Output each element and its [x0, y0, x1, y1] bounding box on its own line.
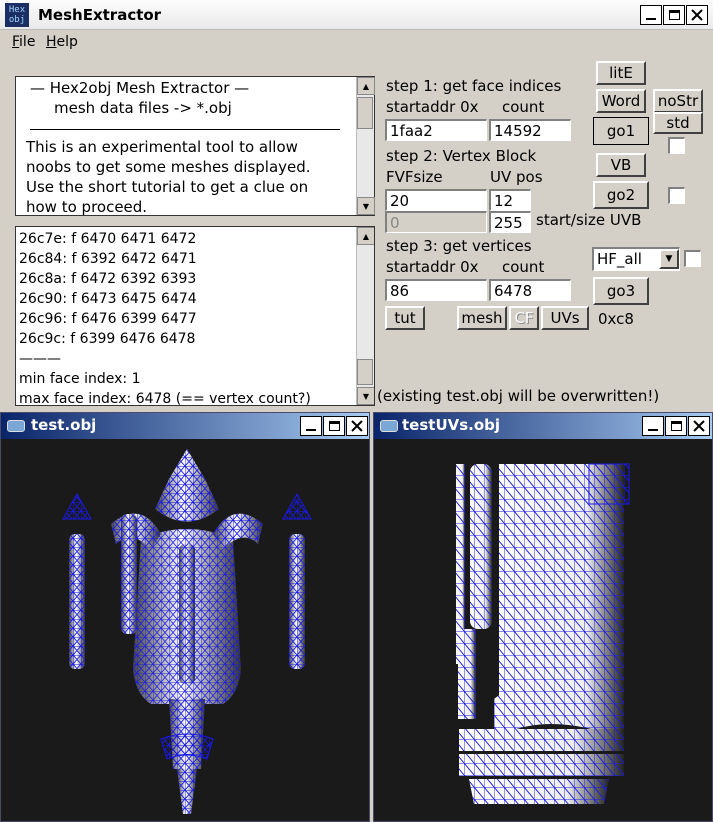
step1-count-field[interactable]: 14592 [489, 119, 571, 141]
step2-uv-field[interactable]: 12 [489, 189, 531, 211]
scroll-thumb[interactable] [357, 359, 373, 385]
maximize-icon[interactable] [665, 416, 687, 436]
close-icon[interactable] [346, 416, 368, 436]
std-button[interactable]: std [653, 112, 703, 134]
viewport-titlebar: test.obj [1, 413, 369, 439]
chevron-down-icon[interactable]: ▼ [659, 249, 679, 269]
mesh-render-3d[interactable] [1, 439, 369, 821]
app-icon: Hex obj [5, 3, 29, 27]
info-line: Use the short tutorial to get a clue on [26, 178, 309, 196]
preset-value: HF_all [597, 250, 642, 268]
cf-button[interactable]: CF [509, 306, 539, 330]
lite-button[interactable]: litE [596, 61, 646, 85]
word-button[interactable]: Word [596, 89, 646, 113]
info-line: This is an experimental tool to allow [26, 138, 298, 156]
nostr-button[interactable]: noStr [653, 89, 703, 113]
app-icon-text: Hex obj [8, 5, 26, 25]
uv-islands [456, 463, 630, 804]
log-line: 26c7e: f 6470 6471 6472 [19, 231, 197, 247]
step3-count-label: count [502, 258, 545, 276]
scroll-up-icon[interactable]: ▲ [357, 227, 374, 245]
step3-count-field[interactable]: 6478 [489, 279, 571, 301]
overwrite-warning: (existing test.obj will be overwritten!) [377, 387, 660, 405]
menu-help[interactable]: Help [46, 34, 78, 50]
step3-title: step 3: get vertices [386, 237, 532, 255]
info-panel: — Hex2obj Mesh Extractor — mesh data fil… [15, 76, 375, 216]
info-header-1: — Hex2obj Mesh Extractor — [30, 79, 250, 97]
go1-button[interactable]: go1 [593, 117, 649, 145]
log-line: 26c9c: f 6399 6476 6478 [19, 331, 196, 347]
info-scrollbar[interactable]: ▲ ▼ [356, 77, 375, 215]
close-icon[interactable] [688, 416, 710, 436]
viewport-titlebar: testUVs.obj [374, 413, 712, 439]
step3-startaddr-label: startaddr 0x [386, 258, 479, 276]
preset-dropdown[interactable]: HF_all ▼ [592, 247, 680, 271]
scroll-thumb[interactable] [357, 97, 373, 129]
log-separator: ——— [19, 351, 61, 367]
minimize-icon[interactable] [642, 416, 664, 436]
scroll-down-icon[interactable]: ▼ [357, 387, 374, 405]
step2-uvb-label: start/size UVB [536, 211, 642, 229]
step1-startaddr-field[interactable]: 1faa2 [385, 119, 487, 141]
std-checkbox[interactable] [668, 137, 685, 154]
window-icon [7, 420, 25, 432]
info-line: how to proceed. [26, 198, 148, 216]
step2-start-uvb-field[interactable]: 0 [385, 211, 487, 233]
minimize-icon[interactable] [300, 416, 322, 436]
close-icon[interactable] [686, 5, 708, 25]
info-divider [30, 129, 340, 130]
preset-checkbox[interactable] [684, 250, 701, 267]
viewport-title: test.obj [31, 416, 97, 434]
maximize-icon[interactable] [663, 5, 685, 25]
step2-fvf-label: FVFsize [386, 168, 443, 186]
info-line: noobs to get some meshes displayed. [26, 158, 311, 176]
log-scrollbar[interactable]: ▲ ▼ [356, 227, 374, 405]
step1-count-label: count [502, 98, 545, 116]
log-line: 26c84: f 6392 6472 6471 [19, 251, 197, 267]
menu-file[interactable]: File [12, 34, 35, 50]
title-bar: Hex obj MeshExtractor [0, 0, 713, 30]
log-min: min face index: 1 [19, 371, 141, 387]
log-max: max face index: 6478 (== vertex count?) [19, 391, 311, 406]
uvs-button[interactable]: UVs [541, 306, 589, 330]
step2-size-uvb-field[interactable]: 255 [489, 211, 531, 233]
go2-checkbox[interactable] [668, 187, 685, 204]
go2-button[interactable]: go2 [593, 181, 649, 209]
go3-button[interactable]: go3 [593, 277, 649, 305]
mesh-object [62, 449, 312, 814]
scroll-down-icon[interactable]: ▼ [357, 197, 375, 215]
minimize-icon[interactable] [640, 5, 662, 25]
step1-title: step 1: get face indices [386, 77, 562, 95]
step3-startaddr-field[interactable]: 86 [385, 279, 487, 301]
mesh-button[interactable]: mesh [457, 306, 507, 330]
scroll-up-icon[interactable]: ▲ [357, 77, 375, 95]
hex-readout: 0xc8 [598, 310, 634, 328]
menu-bar [0, 30, 713, 54]
step2-uv-label: UV pos [490, 168, 543, 186]
step2-fvf-field[interactable]: 20 [385, 189, 487, 211]
log-line: 26c96: f 6476 6399 6477 [19, 311, 197, 327]
log-line: 26c8a: f 6472 6392 6393 [19, 271, 197, 287]
log-line: 26c90: f 6473 6475 6474 [19, 291, 197, 307]
info-body: This is an experimental tool to allow no… [26, 137, 311, 217]
viewport-window-mesh[interactable]: test.obj [0, 412, 370, 822]
step1-startaddr-label: startaddr 0x [386, 98, 479, 116]
maximize-icon[interactable] [323, 416, 345, 436]
info-header-2: mesh data files -> *.obj [54, 99, 232, 117]
log-panel: 26c7e: f 6470 6471 6472 26c84: f 6392 64… [15, 226, 375, 406]
step2-title: step 2: Vertex Block [386, 147, 537, 165]
vb-button[interactable]: VB [596, 153, 646, 177]
viewport-title: testUVs.obj [402, 416, 501, 434]
window-icon [380, 420, 398, 432]
tut-button[interactable]: tut [385, 306, 425, 330]
viewport-window-uvs[interactable]: testUVs.obj [373, 412, 713, 822]
uv-layout-render[interactable] [374, 439, 712, 821]
window-title: MeshExtractor [38, 6, 162, 24]
log-lines: 26c7e: f 6470 6471 6472 26c84: f 6392 64… [19, 229, 311, 406]
